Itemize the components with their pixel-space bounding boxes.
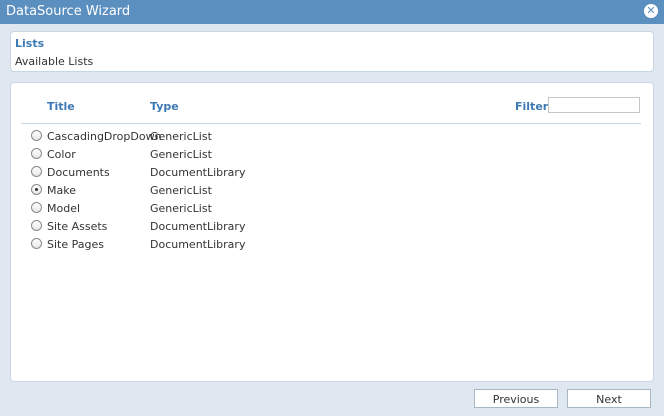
list-type: DocumentLibrary [150, 166, 246, 179]
filter-input[interactable] [548, 97, 640, 113]
list-title: Color [47, 148, 76, 161]
radio-button[interactable] [31, 220, 42, 231]
section-subtitle: Available Lists [15, 55, 94, 68]
filter-label: Filter [515, 100, 549, 113]
list-type: GenericList [150, 202, 212, 215]
list-title: Model [47, 202, 81, 215]
list-type: GenericList [150, 148, 212, 161]
close-icon[interactable]: ✕ [644, 4, 658, 18]
radio-button[interactable] [31, 202, 42, 213]
title-bar: DataSource Wizard ✕ [0, 0, 664, 24]
radio-button[interactable] [31, 238, 42, 249]
radio-button[interactable] [31, 148, 42, 159]
section-title: Lists [15, 37, 45, 50]
list-title: Documents [47, 166, 110, 179]
list-type: GenericList [150, 184, 212, 197]
list-type: GenericList [150, 130, 212, 143]
header-divider [21, 123, 641, 124]
previous-button[interactable]: Previous [474, 389, 558, 408]
list-title: Make [47, 184, 76, 197]
lists-header-panel: Lists Available Lists [10, 31, 654, 72]
list-title: CascadingDropDown [47, 130, 162, 143]
list-type: DocumentLibrary [150, 238, 246, 251]
radio-button[interactable] [31, 184, 42, 195]
column-header-title[interactable]: Title [47, 100, 75, 113]
radio-button[interactable] [31, 130, 42, 141]
lists-table-panel: Title Type Filter CascadingDropDown Gene… [10, 82, 654, 382]
radio-button[interactable] [31, 166, 42, 177]
list-title: Site Pages [47, 238, 104, 251]
list-title: Site Assets [47, 220, 108, 233]
column-header-type[interactable]: Type [150, 100, 179, 113]
next-button[interactable]: Next [567, 389, 651, 408]
window-title: DataSource Wizard [6, 4, 131, 19]
list-type: DocumentLibrary [150, 220, 246, 233]
